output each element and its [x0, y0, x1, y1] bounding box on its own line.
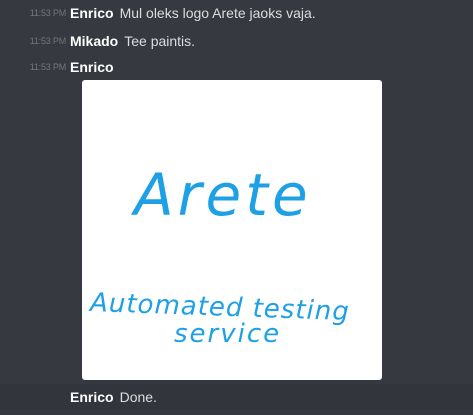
timestamp: 11:53 PM [29, 62, 66, 72]
message-text: Mul oleks logo Arete jaoks vaja. [119, 5, 316, 21]
message-3[interactable]: 11:53 PM Enrico [0, 54, 473, 80]
message-4[interactable]: Enrico Done. [0, 384, 473, 410]
image-attachment[interactable]: Arete Automated testing service [82, 80, 382, 380]
message-2[interactable]: 11:53 PM Mikado Tee paintis. [0, 28, 473, 54]
author-name[interactable]: Enrico [70, 389, 114, 405]
message-text: Done. [119, 389, 157, 405]
author-name[interactable]: Mikado [70, 33, 118, 49]
author-name[interactable]: Enrico [70, 59, 114, 75]
arete-logo-drawing: Arete Automated testing service [88, 161, 351, 349]
message-text: Tee paintis. [124, 33, 196, 49]
logo-title: Arete [130, 161, 312, 229]
author-name[interactable]: Enrico [70, 5, 114, 21]
timestamp: 11:53 PM [29, 36, 66, 46]
message-1[interactable]: 11:53 PM Enrico Mul oleks logo Arete jao… [0, 0, 473, 26]
logo-subtitle-line2: service [174, 319, 281, 349]
timestamp: 11:53 PM [29, 8, 66, 18]
